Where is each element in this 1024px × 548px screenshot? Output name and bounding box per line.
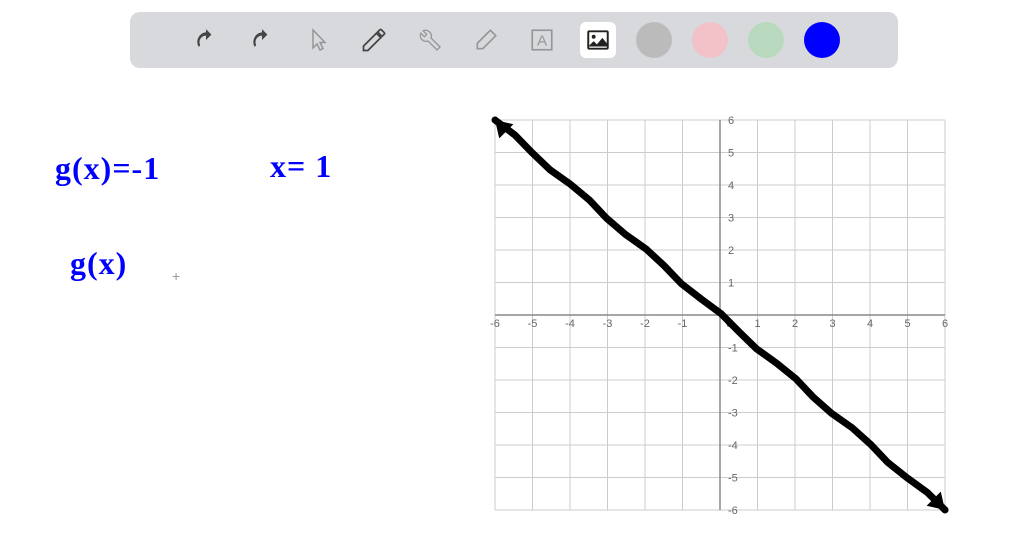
svg-text:-3: -3 — [728, 408, 738, 420]
pointer-icon — [306, 28, 330, 52]
svg-text:-2: -2 — [640, 318, 650, 330]
svg-text:-1: -1 — [678, 318, 688, 330]
color-green[interactable] — [748, 22, 784, 58]
handwritten-equation-3: g(x) — [70, 245, 127, 282]
graph-svg: -6-5-4-3-2-1123456-6-5-4-3-2-11234560 — [475, 100, 965, 530]
image-button[interactable] — [580, 22, 616, 58]
svg-text:5: 5 — [728, 148, 734, 160]
svg-text:-1: -1 — [728, 343, 738, 355]
svg-text:2: 2 — [728, 245, 734, 257]
drawing-toolbar: A — [130, 12, 898, 68]
pencil-icon — [360, 26, 388, 54]
svg-text:3: 3 — [728, 213, 734, 225]
svg-text:4: 4 — [867, 318, 873, 330]
color-blue[interactable] — [804, 22, 840, 58]
handwritten-equation-1: g(x)=-1 — [55, 150, 160, 187]
svg-text:-6: -6 — [490, 318, 500, 330]
whiteboard-canvas[interactable]: g(x)=-1 x= 1 g(x) + -6 -5 -4 -3 -2 -1 1 2 3 4 5 6 -6… — [0, 80, 1024, 548]
svg-text:6: 6 — [728, 115, 734, 127]
redo-icon — [249, 27, 275, 53]
svg-text:-4: -4 — [728, 440, 738, 452]
svg-text:A: A — [537, 32, 548, 49]
cursor-indicator: + — [172, 268, 180, 284]
handwritten-equation-2: x= 1 — [270, 148, 332, 185]
svg-text:6: 6 — [942, 318, 948, 330]
svg-text:2: 2 — [792, 318, 798, 330]
svg-text:3: 3 — [829, 318, 835, 330]
svg-text:-5: -5 — [728, 473, 738, 485]
svg-text:4: 4 — [728, 180, 734, 192]
pointer-button[interactable] — [300, 22, 336, 58]
color-gray[interactable] — [636, 22, 672, 58]
svg-text:5: 5 — [904, 318, 910, 330]
svg-text:-2: -2 — [728, 375, 738, 387]
eraser-button[interactable] — [468, 22, 504, 58]
color-pink[interactable] — [692, 22, 728, 58]
svg-text:1: 1 — [754, 318, 760, 330]
undo-button[interactable] — [188, 22, 224, 58]
svg-text:-4: -4 — [565, 318, 575, 330]
image-icon — [585, 27, 611, 53]
tools-button[interactable] — [412, 22, 448, 58]
redo-button[interactable] — [244, 22, 280, 58]
coordinate-graph: -6-5-4-3-2-1123456-6-5-4-3-2-11234560 — [475, 100, 965, 530]
undo-icon — [193, 27, 219, 53]
svg-text:1: 1 — [728, 278, 734, 290]
text-icon: A — [529, 27, 555, 53]
svg-text:-6: -6 — [728, 505, 738, 517]
tools-icon — [418, 28, 442, 52]
text-button[interactable]: A — [524, 22, 560, 58]
svg-text:-5: -5 — [528, 318, 538, 330]
eraser-icon — [473, 27, 499, 53]
svg-text:-3: -3 — [603, 318, 613, 330]
pencil-button[interactable] — [356, 22, 392, 58]
